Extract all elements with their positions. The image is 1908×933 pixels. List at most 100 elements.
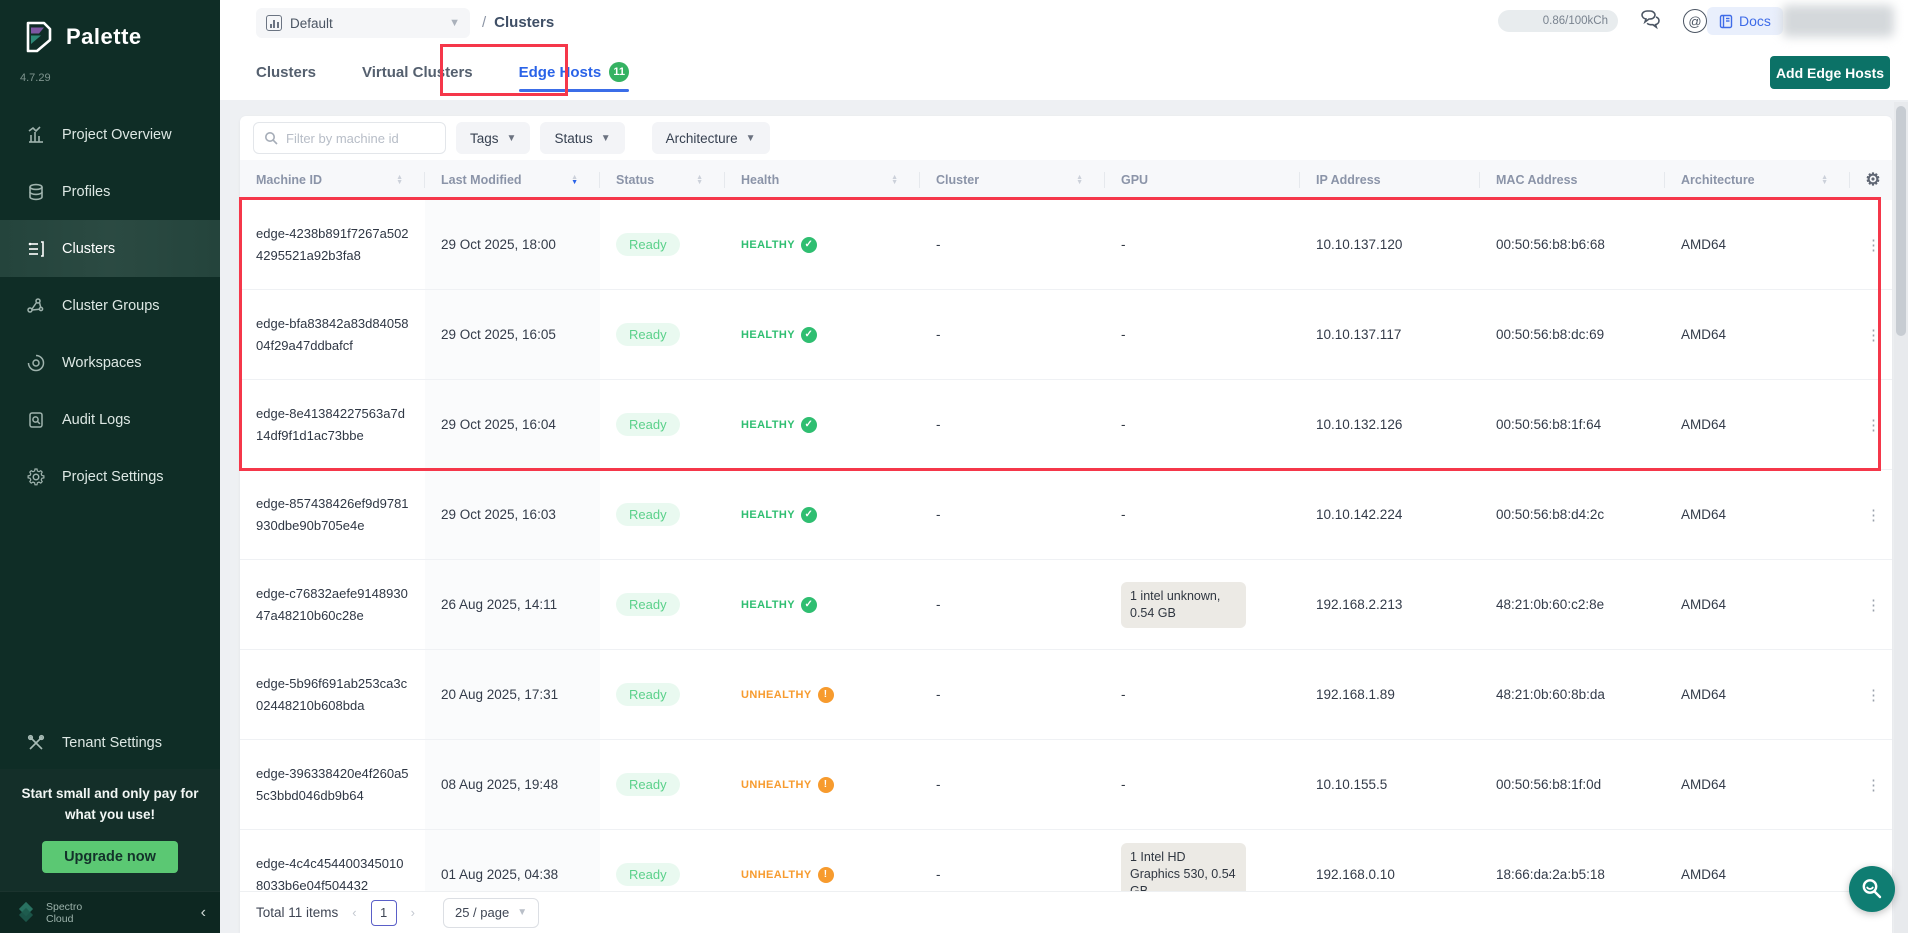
sort-icon[interactable]: ▲▼ [696, 175, 703, 185]
unhealthy-warning-icon: ! [818, 867, 834, 883]
sidebar-item-clusters[interactable]: Clusters [0, 220, 220, 277]
book-icon [1719, 14, 1733, 29]
cell-architecture: AMD64 [1665, 867, 1850, 882]
row-actions-menu-icon[interactable]: ⋮ [1850, 776, 1892, 794]
column-header-architecture[interactable]: Architecture▲▼ [1665, 169, 1850, 191]
row-actions-menu-icon[interactable]: ⋮ [1850, 326, 1892, 344]
row-actions-menu-icon[interactable]: ⋮ [1850, 596, 1892, 614]
column-header-health[interactable]: Health▲▼ [725, 169, 920, 191]
status-badge: Ready [616, 413, 680, 436]
cell-status: Ready [600, 413, 725, 436]
sidebar-item-tenant-settings[interactable]: Tenant Settings [0, 717, 220, 769]
cell-gpu: - [1105, 236, 1300, 253]
architecture-filter-dropdown[interactable]: Architecture▼ [652, 122, 770, 154]
chat-icon[interactable] [1638, 8, 1664, 34]
docs-button[interactable]: Docs [1707, 7, 1783, 35]
status-filter-dropdown[interactable]: Status▼ [540, 122, 624, 154]
table-row[interactable]: edge-c76832aefe914893047a48210b60c28e 26… [240, 560, 1892, 650]
prev-page-button[interactable]: ‹ [352, 905, 356, 920]
gpu-tag: 1 intel unknown, 0.54 GB [1121, 582, 1246, 628]
table-row[interactable]: edge-8e41384227563a7d14df9f1d1ac73bbe 29… [240, 380, 1892, 470]
cell-cluster: - [920, 237, 1105, 252]
sidebar-item-audit-logs[interactable]: Audit Logs [0, 391, 220, 448]
sidebar-collapse-icon[interactable]: ‹ [201, 904, 206, 922]
gpu-tag: - [1121, 416, 1126, 433]
sidebar-bottom: Tenant Settings Start small and only pay… [0, 717, 220, 933]
health-label: UNHEALTHY [741, 779, 812, 791]
mention-at-icon[interactable]: @ [1683, 9, 1707, 33]
cell-gpu: - [1105, 326, 1300, 343]
column-header-last-modified[interactable]: Last Modified▲▼ [425, 169, 600, 191]
sort-icon-active-desc[interactable]: ▲▼ [571, 175, 578, 185]
redacted-user-info [1782, 5, 1894, 37]
column-header-machine-id[interactable]: Machine ID▲▼ [240, 169, 425, 191]
tab-edge-hosts[interactable]: Edge Hosts 11 [519, 44, 630, 100]
cell-health: HEALTHY HEALTHY ✓ ! [725, 237, 920, 253]
sort-icon[interactable]: ▲▼ [891, 175, 898, 185]
health-label: UNHEALTHY [741, 869, 812, 881]
sidebar-item-profiles[interactable]: Profiles [0, 163, 220, 220]
project-selector[interactable]: Default ▼ [256, 8, 470, 38]
page-number-button[interactable]: 1 [371, 900, 397, 926]
cell-mac-address: 48:21:0b:60:c2:8e [1480, 597, 1665, 612]
project-selector-value: Default [290, 16, 333, 31]
table-row[interactable]: edge-4c4c4544003450108033b6e04f504432 01… [240, 830, 1892, 891]
tags-filter-dropdown[interactable]: Tags▼ [456, 122, 530, 154]
table-row[interactable]: edge-bfa83842a83d8405804f29a47ddbafcf 29… [240, 290, 1892, 380]
row-actions-menu-icon[interactable]: ⋮ [1850, 506, 1892, 524]
machine-id-search[interactable] [253, 122, 446, 154]
cell-machine-id: edge-8e41384227563a7d14df9f1d1ac73bbe [240, 403, 425, 447]
row-actions-menu-icon[interactable]: ⋮ [1850, 686, 1892, 704]
next-page-button[interactable]: › [411, 905, 415, 920]
sidebar-item-label: Workspaces [62, 355, 142, 371]
table-row[interactable]: edge-5b96f691ab253ca3c02448210b608bda 20… [240, 650, 1892, 740]
cell-machine-id: edge-396338420e4f260a55c3bbd046db9b64 [240, 763, 425, 807]
cell-health: HEALTHY HEALTHY ✓ ! [725, 507, 920, 523]
table-settings-gear-icon[interactable]: ⚙ [1865, 170, 1880, 190]
table-row[interactable]: edge-857438426ef9d9781930dbe90b705e4e 29… [240, 470, 1892, 560]
usage-badge: 0.86/100kCh [1498, 10, 1618, 32]
sidebar-item-label: Profiles [62, 184, 110, 200]
cell-gpu: 1 intel unknown, 0.54 GB [1105, 582, 1300, 628]
upgrade-now-button[interactable]: Upgrade now [42, 841, 178, 873]
page-size-selector[interactable]: 25 / page▼ [443, 898, 539, 928]
sort-icon[interactable]: ▲▼ [1821, 175, 1828, 185]
sort-icon[interactable]: ▲▼ [1076, 175, 1083, 185]
column-header-status[interactable]: Status▲▼ [600, 169, 725, 191]
sidebar-item-cluster-groups[interactable]: Cluster Groups [0, 277, 220, 334]
status-badge: Ready [616, 863, 680, 886]
column-header-mac-address: MAC Address [1480, 169, 1665, 191]
sidebar-item-project-settings[interactable]: Project Settings [0, 448, 220, 505]
column-header-settings[interactable]: ⚙ [1850, 169, 1892, 191]
cell-architecture: AMD64 [1665, 507, 1850, 522]
tab-virtual-clusters[interactable]: Virtual Clusters [362, 44, 473, 100]
status-badge: Ready [616, 773, 680, 796]
help-search-widget-button[interactable] [1849, 866, 1895, 912]
cell-mac-address: 00:50:56:b8:1f:64 [1480, 417, 1665, 432]
table-row[interactable]: edge-396338420e4f260a55c3bbd046db9b64 08… [240, 740, 1892, 830]
breadcrumb-current: Clusters [494, 14, 554, 31]
cell-ip-address: 192.168.1.89 [1300, 687, 1480, 702]
table-row[interactable]: edge-4238b891f7267a5024295521a92b3fa8 29… [240, 200, 1892, 290]
filter-bar: Tags▼ Status▼ Architecture▼ [240, 116, 1892, 160]
column-header-cluster[interactable]: Cluster▲▼ [920, 169, 1105, 191]
sidebar-item-workspaces[interactable]: Workspaces [0, 334, 220, 391]
add-edge-hosts-button[interactable]: Add Edge Hosts [1770, 56, 1890, 89]
chevron-down-icon: ▼ [601, 133, 611, 144]
healthy-check-icon: ✓ [801, 597, 817, 613]
search-input[interactable] [286, 131, 426, 146]
sidebar-item-project-overview[interactable]: Project Overview [0, 106, 220, 163]
breadcrumb-separator: / [482, 14, 486, 31]
tab-clusters[interactable]: Clusters [256, 44, 316, 100]
vertical-scrollbar[interactable] [1894, 102, 1908, 933]
project-chart-icon [266, 15, 282, 31]
unhealthy-warning-icon: ! [818, 687, 834, 703]
top-bar: Default ▼ / Clusters 0.86/100kCh @ Docs C… [220, 0, 1908, 100]
row-actions-menu-icon[interactable]: ⋮ [1850, 236, 1892, 254]
gpu-tag: - [1121, 776, 1126, 793]
sort-icon[interactable]: ▲▼ [396, 175, 403, 185]
cell-machine-id: edge-c76832aefe914893047a48210b60c28e [240, 583, 425, 627]
scrollbar-thumb[interactable] [1896, 106, 1906, 336]
row-actions-menu-icon[interactable]: ⋮ [1850, 416, 1892, 434]
cell-ip-address: 10.10.137.117 [1300, 327, 1480, 342]
